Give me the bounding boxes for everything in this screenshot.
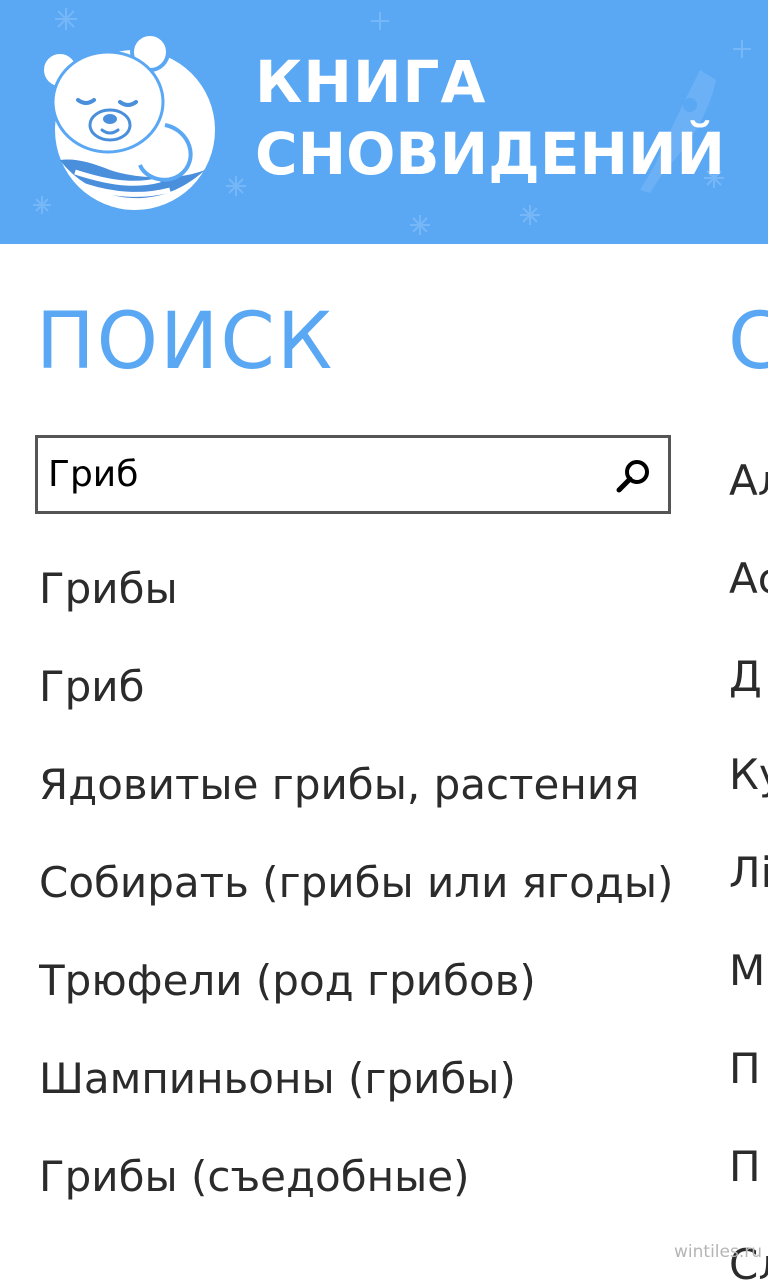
list-item[interactable]: Ядовитые грибы, растения	[39, 736, 671, 834]
list-item[interactable]: П	[729, 1020, 768, 1118]
pivot-header-next[interactable]: С	[728, 292, 768, 392]
search-icon[interactable]	[614, 456, 654, 496]
list-item[interactable]: Ку	[729, 726, 768, 824]
watermark: wintiles.ru	[674, 1242, 762, 1262]
list-item[interactable]: Грибы (съедобные)	[39, 1128, 671, 1226]
list-item[interactable]: Шампиньоны (грибы)	[39, 1030, 671, 1128]
list-item[interactable]: Д	[729, 628, 768, 726]
list-item[interactable]: Трюфели (род грибов)	[39, 932, 671, 1030]
pivot-header-search[interactable]: ПОИСК	[36, 292, 334, 392]
list-item[interactable]: Собирать (грибы или ягоды)	[39, 834, 671, 932]
app-title: КНИГА СНОВИДЕНИЙ	[255, 46, 725, 190]
app-title-line1: КНИГА	[255, 48, 487, 116]
search-input[interactable]	[48, 438, 608, 511]
search-results-list: Грибы Гриб Ядовитые грибы, растения Соби…	[39, 540, 671, 1226]
next-panel-list: Ал Ас Д Ку Лі М П П Сл	[729, 432, 768, 1280]
list-item[interactable]: Гриб	[39, 638, 671, 736]
list-item[interactable]: Грибы	[39, 540, 671, 638]
list-item[interactable]: Ал	[729, 432, 768, 530]
list-item[interactable]: Ас	[729, 530, 768, 628]
search-box	[35, 435, 671, 514]
list-item[interactable]: Лі	[729, 824, 768, 922]
app-header: КНИГА СНОВИДЕНИЙ	[0, 0, 768, 244]
list-item[interactable]: М	[729, 922, 768, 1020]
list-item[interactable]: П	[729, 1118, 768, 1216]
app-title-line2: СНОВИДЕНИЙ	[255, 120, 726, 188]
sleeping-bear-logo-icon	[40, 32, 215, 210]
